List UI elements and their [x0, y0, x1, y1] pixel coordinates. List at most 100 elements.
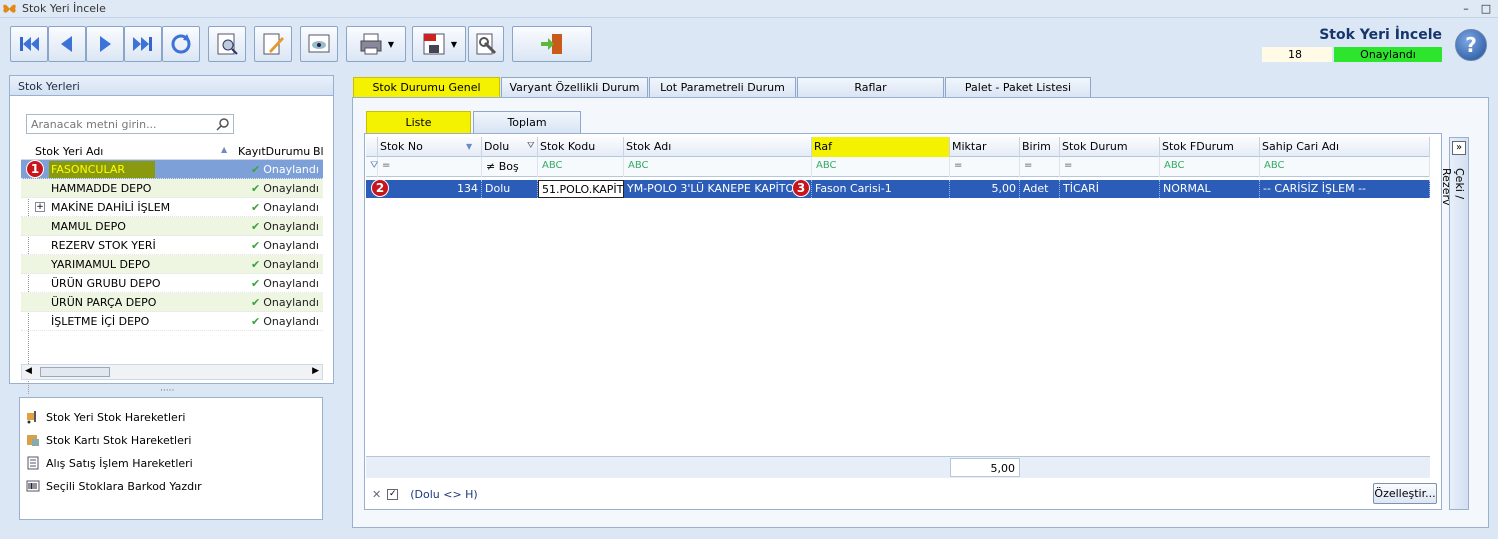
column-header-birim[interactable]: Birim: [1020, 137, 1060, 157]
refresh-button[interactable]: [162, 26, 200, 62]
cell-birim[interactable]: Adet: [1020, 180, 1060, 198]
tab-list[interactable]: Liste: [366, 111, 471, 133]
tree-row[interactable]: MAMUL DEPO ✔ Onaylandı: [21, 217, 323, 236]
filter-cell[interactable]: ABC: [624, 157, 812, 177]
filter-cell[interactable]: =: [950, 157, 1020, 177]
scroll-thumb[interactable]: [40, 367, 110, 377]
edit-icon: [263, 33, 284, 55]
forklift-icon: [27, 411, 36, 424]
customize-button[interactable]: Özelleştir...: [1373, 483, 1437, 504]
cell-stok-adi[interactable]: YM-POLO 3'LÜ KANEPE KAPİTONE: [624, 180, 812, 198]
filter-cell[interactable]: =: [378, 157, 482, 177]
view-button[interactable]: [300, 26, 338, 62]
action-location-movements[interactable]: Stok Yeri Stok Hareketleri: [26, 410, 185, 424]
column-header-miktar[interactable]: Miktar: [950, 137, 1020, 157]
expand-icon[interactable]: +: [35, 202, 45, 212]
tab-pallet-package-list[interactable]: Palet - Paket Listesi: [945, 77, 1091, 98]
cell-stok-no[interactable]: 134: [378, 180, 482, 198]
filter-enabled-checkbox[interactable]: ✓: [387, 489, 399, 500]
panel-splitter[interactable]: [340, 75, 346, 530]
tree-row[interactable]: YARIMAMUL DEPO ✔ Onaylandı: [21, 255, 323, 274]
tree-row[interactable]: + MAKİNE DAHİLİ İŞLEM ✔ Onaylandı: [21, 198, 323, 217]
exit-button[interactable]: [512, 26, 592, 62]
page-title: Stok Yeri İncele: [1319, 27, 1442, 43]
first-record-icon: [20, 37, 39, 51]
check-icon: ✔: [251, 163, 261, 176]
column-header-stok-kodu[interactable]: Stok Kodu: [538, 137, 624, 157]
search-placeholder: Aranacak metni girin...: [31, 118, 157, 131]
tab-variant-status[interactable]: Varyant Özellikli Durum: [501, 77, 648, 98]
splitter-grip[interactable]: ·····: [160, 386, 174, 396]
first-record-button[interactable]: [10, 26, 48, 62]
column-header-sahip-cari[interactable]: Sahip Cari Adı: [1260, 137, 1430, 157]
horizontal-scrollbar[interactable]: ◀ ▶: [21, 364, 323, 380]
cell-miktar[interactable]: 5,00: [950, 180, 1020, 198]
column-header-stok-durum[interactable]: Stok Durum: [1060, 137, 1160, 157]
cell-stok-durum[interactable]: TİCARİ: [1060, 180, 1160, 198]
previous-record-button[interactable]: [48, 26, 86, 62]
stock-locations-panel: Stok Yerleri Aranacak metni girin... Sto…: [9, 75, 334, 394]
edit-button[interactable]: [254, 26, 292, 62]
clear-filter-icon[interactable]: ✕: [372, 488, 381, 501]
cell-dolu[interactable]: Dolu: [482, 180, 538, 198]
filter-cell[interactable]: ABC: [538, 157, 624, 177]
status-badge: Onaylandı: [1334, 47, 1442, 62]
side-panel-label[interactable]: Çeki / Rezerv: [1440, 168, 1466, 238]
tab-shelves[interactable]: Raflar: [797, 77, 944, 98]
expand-side-panel-button[interactable]: »: [1452, 141, 1466, 155]
next-record-button[interactable]: [86, 26, 124, 62]
tree-row[interactable]: FASONCULAR ✔ Onaylandı: [21, 160, 323, 179]
cell-stok-fdurum[interactable]: NORMAL: [1160, 180, 1260, 198]
action-card-movements[interactable]: Stok Kartı Stok Hareketleri: [26, 433, 191, 447]
tab-stock-status-general[interactable]: Stok Durumu Genel: [353, 77, 500, 98]
filter-cell[interactable]: ABC: [812, 157, 950, 177]
column-header-raf[interactable]: Raf: [812, 137, 950, 157]
previous-record-icon: [61, 36, 72, 52]
column-header-stok-fdurum[interactable]: Stok FDurum: [1160, 137, 1260, 157]
action-print-barcode[interactable]: Seçili Stoklara Barkod Yazdır: [26, 479, 202, 493]
settings-button[interactable]: [468, 26, 504, 62]
tree-row-label: ÜRÜN PARÇA DEPO: [51, 296, 157, 309]
column-header-stok-adi[interactable]: Stok Adı: [624, 137, 812, 157]
record-number: 18: [1262, 47, 1332, 62]
column-header-status[interactable]: KayıtDurumu: [238, 145, 310, 158]
check-icon: ✔: [251, 220, 261, 233]
search-icon[interactable]: [216, 117, 230, 131]
filter-icon[interactable]: ⛛: [527, 141, 535, 151]
filter-cell[interactable]: ABC: [1160, 157, 1260, 177]
document-icon: [27, 456, 39, 470]
last-record-button[interactable]: [124, 26, 162, 62]
cell-stok-kodu[interactable]: 51.POLO.KAPİTC: [538, 180, 624, 198]
filter-cell[interactable]: ≠ Boş: [482, 157, 538, 177]
help-button[interactable]: ?: [1455, 29, 1487, 61]
table-row[interactable]: 134 Dolu 51.POLO.KAPİTC YM-POLO 3'LÜ KAN…: [366, 180, 1430, 198]
scroll-right-icon[interactable]: ▶: [312, 366, 319, 376]
filter-cell[interactable]: =: [1060, 157, 1160, 177]
filter-text[interactable]: (Dolu <> H): [410, 488, 478, 501]
action-purchase-sales-movements[interactable]: Alış Satış İşlem Hareketleri: [26, 456, 193, 470]
print-button[interactable]: ▼: [346, 26, 406, 62]
column-header-bl[interactable]: Bl: [313, 145, 324, 158]
tab-total[interactable]: Toplam: [473, 111, 581, 133]
cell-raf[interactable]: Fason Carisi-1: [812, 180, 950, 198]
cell-sahip-cari[interactable]: -- CARİSİZ İŞLEM --: [1260, 180, 1430, 198]
tree-row[interactable]: ÜRÜN GRUBU DEPO ✔ Onaylandı: [21, 274, 323, 293]
maximize-icon[interactable]: □: [1478, 1, 1494, 16]
filter-cell[interactable]: =: [1020, 157, 1060, 177]
scroll-left-icon[interactable]: ◀: [25, 366, 32, 376]
report-preview-button[interactable]: [208, 26, 246, 62]
actions-panel: Stok Yeri Stok Hareketleri Stok Kartı St…: [19, 397, 323, 520]
pdf-export-button[interactable]: ▼: [412, 26, 466, 62]
check-icon: ✔: [251, 277, 261, 290]
minimize-icon[interactable]: –: [1458, 1, 1474, 16]
filter-row-icon: ⛛: [366, 157, 378, 177]
filter-cell[interactable]: ABC: [1260, 157, 1430, 177]
tab-lot-status[interactable]: Lot Parametreli Durum: [649, 77, 796, 98]
tree-row[interactable]: İŞLETME İÇİ DEPO ✔ Onaylandı: [21, 312, 323, 331]
search-input[interactable]: Aranacak metni girin...: [26, 114, 234, 134]
column-header-name[interactable]: Stok Yeri Adı: [35, 145, 103, 158]
tree-row[interactable]: ÜRÜN PARÇA DEPO ✔ Onaylandı: [21, 293, 323, 312]
refresh-icon: [171, 34, 191, 54]
tree-row[interactable]: REZERV STOK YERİ ✔ Onaylandı: [21, 236, 323, 255]
tree-row[interactable]: HAMMADDE DEPO ✔ Onaylandı: [21, 179, 323, 198]
